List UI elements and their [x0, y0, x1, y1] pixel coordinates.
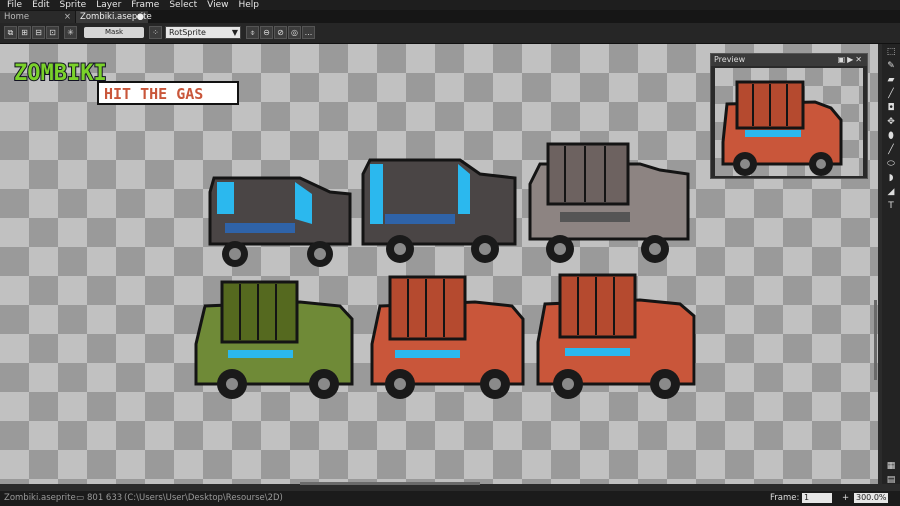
logo-subtitle: HIT THE GAS	[104, 85, 203, 103]
close-icon[interactable]: ×	[64, 11, 71, 23]
car-grey-cage	[528, 142, 690, 263]
more-options-button[interactable]: ...	[302, 26, 315, 39]
move-icon[interactable]: ✥	[885, 116, 897, 128]
car-green-cage	[194, 280, 354, 399]
copy-icon[interactable]: ⧉	[4, 26, 17, 39]
subtract-selection-icon[interactable]: ⊟	[32, 26, 45, 39]
zoom-icon[interactable]: ◘	[885, 102, 897, 114]
game-logo: ZOMBIKI HIT THE GAS	[13, 60, 239, 105]
selection-icon[interactable]: ⬚	[885, 46, 897, 58]
menu-frame[interactable]: Frame	[127, 0, 163, 10]
menu-select[interactable]: Select	[165, 0, 201, 10]
flip-vertical-icon[interactable]: ⊖	[260, 26, 273, 39]
mask-color-button[interactable]: Mask	[84, 27, 144, 38]
menu-layer[interactable]: Layer	[92, 0, 125, 10]
status-dimensions: 801 633	[87, 493, 123, 503]
preview-toggle-icon[interactable]: ▤	[885, 474, 897, 486]
menu-view[interactable]: View	[203, 0, 232, 10]
preview-header[interactable]: Preview ▣▶✕	[711, 54, 867, 66]
menu-file[interactable]: File	[3, 0, 26, 10]
pivot-icon[interactable]: ⁘	[149, 26, 162, 39]
status-filename: Zombiki.aseprite	[4, 493, 76, 503]
status-bar: Zombiki.aseprite ▭ 801 633 (C:\Users\Use…	[0, 491, 900, 506]
frame-label: Frame:	[770, 493, 800, 503]
fill-icon[interactable]: ⬮	[885, 130, 897, 142]
add-frame-icon[interactable]: +	[842, 491, 849, 506]
dimensions-icon: ▭	[76, 493, 85, 503]
preview-title: Preview	[714, 55, 746, 64]
preview-buttons: ▣▶✕	[838, 54, 864, 66]
menu-sprite[interactable]: Sprite	[56, 0, 91, 10]
home-tab-label: Home	[4, 12, 30, 22]
vertical-scrollbar[interactable]	[874, 300, 877, 380]
frame-input[interactable]: 1	[802, 493, 832, 503]
car-red-cage-2	[536, 273, 696, 399]
context-bar: ⧉ ⊞ ⊟ ⊡ ✳ Mask ⁘ RotSprite ▼ ⌽ ⊖ ⊘ ◎ ...	[0, 23, 900, 44]
transform-icon[interactable]: ◎	[288, 26, 301, 39]
eyedropper-icon[interactable]: ╱	[885, 88, 897, 100]
line-icon[interactable]: ╱	[885, 144, 897, 156]
horizontal-scrollbar[interactable]	[300, 482, 480, 485]
tools-panel: ⬚ ✎ ▰ ╱ ◘ ✥ ⬮ ╱ ⬭ ◗ ◢ T ▦ ▤	[882, 44, 900, 486]
eraser-icon[interactable]: ▰	[885, 74, 897, 86]
preview-window[interactable]: Preview ▣▶✕	[710, 53, 868, 179]
menu-edit[interactable]: Edit	[28, 0, 53, 10]
pencil-icon[interactable]: ✎	[885, 60, 897, 72]
status-path: (C:\Users\User\Desktop\Resourse\2D)	[124, 493, 283, 503]
pin-icon[interactable]: ▣	[838, 55, 848, 64]
modified-dot-icon[interactable]: ●	[137, 11, 144, 23]
car-dark-small	[208, 176, 352, 267]
preview-canvas	[715, 68, 863, 176]
rotation-value: RotSprite	[169, 28, 206, 37]
timeline-icon[interactable]: ▦	[885, 460, 897, 472]
blur-icon[interactable]: ◢	[885, 186, 897, 198]
logo-title: ZOMBIKI	[14, 61, 107, 86]
add-selection-icon[interactable]: ⊞	[18, 26, 31, 39]
close-icon[interactable]: ✕	[855, 55, 864, 64]
intersect-selection-icon[interactable]: ⊡	[46, 26, 59, 39]
chevron-down-icon: ▼	[231, 28, 238, 37]
zoom-input[interactable]: 300.0%	[854, 493, 888, 503]
tab-file[interactable]: Zombiki.aseprite ●	[76, 11, 152, 23]
car-red-cage-1	[370, 275, 525, 399]
flip-horizontal-icon[interactable]: ⌽	[246, 26, 259, 39]
text-icon[interactable]: T	[885, 200, 897, 212]
transparent-color-icon[interactable]: ✳	[64, 26, 77, 39]
tab-home[interactable]: Home ×	[0, 11, 75, 23]
menu-help[interactable]: Help	[234, 0, 263, 10]
menu-bar: File Edit Sprite Layer Frame Select View…	[0, 0, 900, 10]
lasso-icon[interactable]: ◗	[885, 172, 897, 184]
ellipse-icon[interactable]: ⬭	[885, 158, 897, 170]
preview-art	[721, 80, 843, 176]
car-dark-suv	[361, 158, 517, 263]
rotate-icon[interactable]: ⊘	[274, 26, 287, 39]
tab-bar: Home × Zombiki.aseprite ●	[0, 10, 900, 23]
rotation-algorithm-select[interactable]: RotSprite ▼	[165, 26, 241, 39]
